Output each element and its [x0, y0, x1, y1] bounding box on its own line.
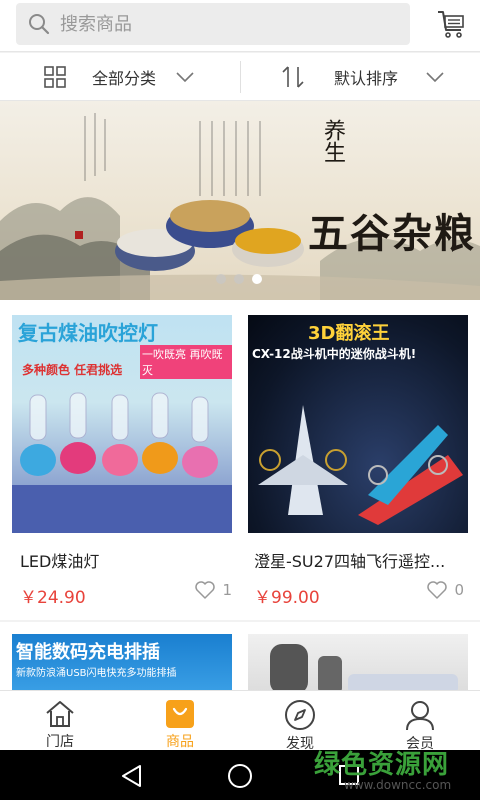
product-name[interactable]: LED煤油灯: [20, 548, 220, 572]
tab-store[interactable]: 门店: [0, 691, 120, 751]
pagination-dot[interactable]: [216, 274, 226, 284]
product-card[interactable]: 复古煤油吹控灯 一吹既亮 再吹既灭 多种颜色 任君挑选 LED煤油灯 ￥24.9…: [0, 300, 240, 620]
search-input[interactable]: [60, 13, 380, 35]
like-count: 1: [222, 581, 232, 599]
back-icon[interactable]: [120, 764, 144, 788]
product-card[interactable]: 智能数码充电排插 新款防浪涌USB闪电快充多功能排插: [0, 622, 240, 690]
sort-filter[interactable]: 默认排序: [282, 53, 444, 101]
home-icon: [46, 701, 74, 727]
filter-bar: 全部分类 默认排序: [0, 53, 480, 101]
home-circle-icon[interactable]: [227, 763, 253, 789]
pagination-dot[interactable]: [234, 274, 244, 284]
banner-title: 五谷杂粮: [308, 210, 476, 257]
site-watermark: 绿色资源网 www.downcc.com: [304, 742, 480, 800]
product-image[interactable]: 智能数码充电排插 新款防浪涌USB闪电快充多功能排插: [12, 634, 232, 690]
grid-icon: [44, 66, 66, 88]
pagination-dot-active[interactable]: [252, 274, 262, 284]
product-image-tag: 多种颜色 任君挑选: [22, 363, 123, 377]
top-bar: [0, 0, 480, 52]
product-price: ￥24.90: [20, 588, 86, 608]
heart-icon: [195, 581, 216, 599]
sort-icon: [282, 66, 304, 88]
compass-icon: [285, 700, 315, 730]
product-image-caption: 3D翻滚王: [308, 323, 390, 344]
category-filter-label: 全部分类: [92, 69, 157, 88]
product-name[interactable]: 澄星-SU27四轴飞行遥控...: [254, 548, 464, 572]
product-image-sub: CX-12战斗机中的迷你战斗机!: [252, 347, 417, 361]
tab-label: 门店: [46, 734, 74, 750]
product-image[interactable]: 复古煤油吹控灯 一吹既亮 再吹既灭 多种颜色 任君挑选: [12, 315, 232, 533]
filter-divider: [240, 61, 241, 93]
tab-label: 商品: [166, 734, 194, 750]
product-graphic: [270, 644, 458, 690]
heart-icon: [427, 581, 448, 599]
cart-icon[interactable]: [436, 8, 466, 40]
watermark-text: 绿色资源网: [314, 750, 450, 780]
category-filter[interactable]: 全部分类: [44, 53, 194, 101]
chevron-down-icon: [426, 72, 444, 83]
product-image-sub: 一吹既亮 再吹既灭: [140, 345, 232, 379]
product-card[interactable]: [240, 622, 480, 690]
chevron-down-icon: [176, 72, 194, 83]
like-button[interactable]: 1: [194, 580, 232, 600]
bottom-tab-bar: 门店 商品 发现 会员: [0, 690, 480, 752]
bag-icon: [166, 700, 194, 728]
product-price: ￥99.00: [254, 588, 320, 608]
product-image-caption: 复古煤油吹控灯: [18, 321, 158, 345]
like-count: 0: [454, 581, 464, 599]
drone-graphic: [258, 405, 463, 525]
like-button[interactable]: 0: [426, 580, 464, 600]
user-icon: [406, 701, 434, 731]
product-card[interactable]: 3D翻滚王 CX-12战斗机中的迷你战斗机! 澄星-SU27四轴飞行遥控... …: [240, 300, 480, 620]
lamps-graphic: [12, 392, 232, 533]
promo-banner[interactable]: 养生 五谷杂粮: [0, 101, 480, 300]
sort-filter-label: 默认排序: [334, 69, 399, 88]
grain-bowls: [115, 200, 304, 271]
search-icon: [29, 14, 50, 35]
banner-pagination: [216, 274, 262, 284]
product-image-caption: 智能数码充电排插: [16, 642, 160, 663]
product-image[interactable]: [248, 634, 468, 690]
search-box[interactable]: [16, 3, 410, 45]
banner-subtitle: 养生: [320, 119, 345, 163]
watermark-url: www.downcc.com: [344, 778, 452, 792]
tab-products[interactable]: 商品: [120, 691, 240, 751]
product-image-sub: 新款防浪涌USB闪电快充多功能排插: [16, 668, 177, 679]
product-image[interactable]: 3D翻滚王 CX-12战斗机中的迷你战斗机!: [248, 315, 468, 533]
